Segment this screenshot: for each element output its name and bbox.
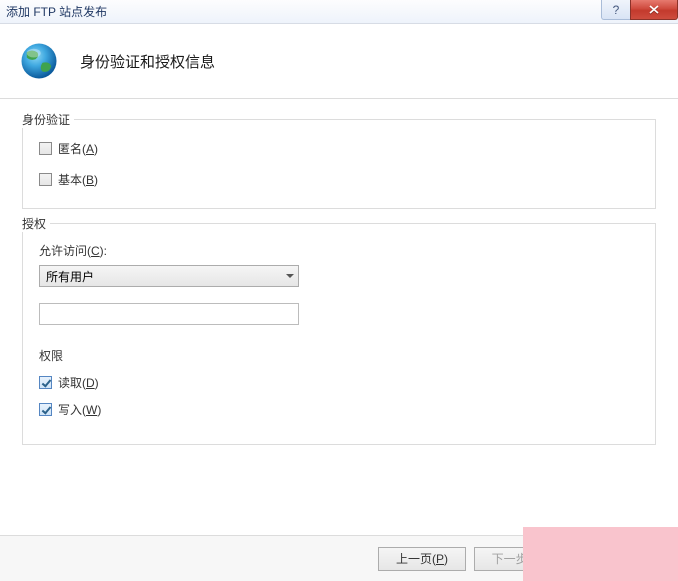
close-button[interactable] [630,0,678,20]
basic-checkbox[interactable] [39,173,52,186]
wizard-header: 身份验证和授权信息 [0,24,678,99]
read-checkbox[interactable] [39,376,52,389]
users-input[interactable] [39,303,299,325]
anonymous-label[interactable]: 匿名(A) [58,140,98,157]
content-area: 身份验证 匿名(A) 基本(B) 授权 允许访问(C): 所有用户 权限 读取(… [0,99,678,445]
authorization-group-label: 授权 [22,215,50,232]
overlay-block [523,527,678,581]
previous-button[interactable]: 上一页(P) [378,547,466,571]
anonymous-row: 匿名(A) [39,140,639,157]
allow-access-dropdown[interactable]: 所有用户 [39,265,299,287]
read-label[interactable]: 读取(D) [58,374,99,391]
write-row: 写入(W) [39,401,639,418]
permissions-label: 权限 [39,347,639,364]
help-button[interactable]: ? [601,0,631,20]
dropdown-selected-value: 所有用户 [46,268,281,285]
window-title: 添加 FTP 站点发布 [6,3,107,20]
page-title: 身份验证和授权信息 [80,51,215,72]
allow-access-label: 允许访问(C): [39,242,639,259]
title-buttons: ? [601,0,678,20]
help-icon: ? [613,3,620,17]
anonymous-checkbox[interactable] [39,142,52,155]
chevron-down-icon [281,266,298,286]
authentication-group: 身份验证 匿名(A) 基本(B) [22,119,656,209]
globe-icon [18,40,60,82]
authentication-group-label: 身份验证 [22,111,74,128]
write-label[interactable]: 写入(W) [58,401,101,418]
read-row: 读取(D) [39,374,639,391]
title-bar: 添加 FTP 站点发布 ? [0,0,678,24]
close-icon [649,5,659,14]
authorization-group: 授权 允许访问(C): 所有用户 权限 读取(D) 写入(W) [22,223,656,445]
basic-row: 基本(B) [39,171,639,188]
basic-label[interactable]: 基本(B) [58,171,98,188]
write-checkbox[interactable] [39,403,52,416]
